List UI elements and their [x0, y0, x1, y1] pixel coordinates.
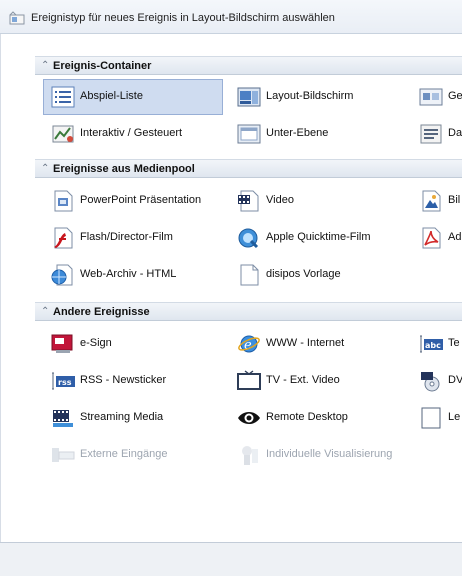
window-title: Ereignistyp für neues Ereignis in Layout…	[31, 12, 335, 24]
data-icon	[420, 124, 442, 144]
rss-icon: rss	[52, 372, 75, 390]
event-item-ad[interactable]: Ad	[411, 220, 462, 256]
event-item-powerpoint[interactable]: PowerPoint Präsentation	[43, 183, 223, 219]
event-item-bil[interactable]: Bil	[411, 183, 462, 219]
visualization-icon	[242, 446, 258, 465]
event-item-disipos-vorlage[interactable]: disipos Vorlage	[229, 257, 409, 293]
event-item-label: Video	[266, 194, 294, 206]
event-item-interaktiv-gesteuert[interactable]: Interaktiv / Gesteuert	[43, 116, 223, 152]
event-item-quicktime[interactable]: Apple Quicktime-Film	[229, 220, 409, 256]
event-item-label: Apple Quicktime-Film	[266, 231, 371, 243]
collapse-chevron-icon: ⌃	[41, 306, 50, 317]
screen-group-icon	[419, 88, 443, 106]
interactive-icon	[52, 125, 74, 143]
collapse-chevron-icon: ⌃	[41, 163, 50, 174]
event-item-te[interactable]: abc Te	[411, 326, 462, 362]
section-label: Andere Ereignisse	[53, 306, 150, 318]
dialog-footer	[0, 542, 462, 576]
text-icon: abc	[420, 335, 443, 353]
section-label: Ereignisse aus Medienpool	[53, 163, 195, 175]
event-item-flash-director[interactable]: Flash/Director-Film	[43, 220, 223, 256]
event-item-layout-bildschirm[interactable]: Layout-Bildschirm	[229, 79, 409, 115]
pdf-icon	[422, 227, 441, 249]
event-item-label: Da	[448, 127, 462, 139]
powerpoint-icon	[54, 190, 73, 212]
event-item-da[interactable]: Da	[411, 116, 462, 152]
event-item-label: Unter-Ebene	[266, 127, 329, 139]
section-label: Ereignis-Container	[53, 60, 152, 72]
sub-layer-icon	[237, 124, 261, 144]
window-app-icon	[9, 11, 25, 25]
event-item-abspiel-liste[interactable]: Abspiel-Liste	[43, 79, 223, 115]
event-item-label: Layout-Bildschirm	[266, 90, 354, 102]
internet-icon: e	[238, 335, 260, 353]
event-item-label: Le	[448, 411, 461, 423]
template-file-icon	[240, 264, 259, 286]
event-item-label: e-Sign	[80, 337, 112, 349]
event-item-label: PowerPoint Präsentation	[80, 194, 202, 206]
svg-text:abc: abc	[425, 341, 441, 350]
event-type-list: ⌃ Ereignis-Container Abspiel-Liste Layou…	[0, 34, 462, 542]
quicktime-icon	[238, 228, 259, 249]
web-archive-icon	[51, 264, 73, 286]
event-item-le[interactable]: Le	[411, 400, 462, 436]
image-file-icon	[422, 190, 441, 212]
event-item-label: Ge	[448, 90, 462, 102]
event-item-remote-desktop[interactable]: Remote Desktop	[229, 400, 409, 436]
event-item-label: disipos Vorlage	[266, 268, 341, 280]
event-item-externe-eingaenge: Externe Eingänge	[43, 437, 223, 473]
event-item-label: Web-Archiv - HTML	[80, 268, 177, 280]
event-item-streaming-media[interactable]: Streaming Media	[43, 400, 223, 436]
event-item-label: DV	[448, 374, 462, 386]
event-item-e-sign[interactable]: e-Sign	[43, 326, 223, 362]
event-item-label: RSS - Newsticker	[80, 374, 167, 386]
event-item-ge[interactable]: Ge	[411, 79, 462, 115]
event-item-web-archiv[interactable]: Web-Archiv - HTML	[43, 257, 223, 293]
streaming-icon	[53, 410, 73, 427]
event-item-video[interactable]: Video	[229, 183, 409, 219]
event-item-label: WWW - Internet	[266, 337, 345, 349]
section-header-ereignis-container[interactable]: ⌃ Ereignis-Container	[35, 56, 462, 75]
esign-icon	[51, 334, 73, 353]
event-item-individuelle-visualisierung: Individuelle Visualisierung	[229, 437, 409, 473]
event-item-label: Ad	[448, 231, 462, 243]
event-item-label: Abspiel-Liste	[80, 90, 143, 102]
event-item-label: Remote Desktop	[266, 411, 348, 423]
event-item-label: Flash/Director-Film	[80, 231, 173, 243]
event-item-tv-ext-video[interactable]: TV - Ext. Video	[229, 363, 409, 399]
blank-icon	[421, 407, 441, 429]
event-item-label: Externe Eingänge	[80, 448, 168, 460]
event-item-label: Te	[448, 337, 460, 349]
playlist-icon	[51, 86, 75, 108]
title-bar: Ereignistyp für neues Ereignis in Layout…	[0, 0, 462, 34]
event-item-label: Streaming Media	[80, 411, 164, 423]
event-item-label: Bil	[448, 194, 461, 206]
layout-screen-icon	[237, 87, 261, 107]
external-input-icon	[52, 448, 75, 462]
event-item-unter-ebene[interactable]: Unter-Ebene	[229, 116, 409, 152]
svg-text:rss: rss	[58, 378, 72, 387]
dvd-icon	[421, 372, 440, 392]
flash-icon	[54, 227, 73, 249]
video-file-icon	[238, 190, 259, 212]
event-item-label: TV - Ext. Video	[266, 374, 340, 386]
eye-icon	[238, 412, 260, 424]
collapse-chevron-icon: ⌃	[41, 60, 50, 71]
event-item-rss-newsticker[interactable]: rss RSS - Newsticker	[43, 363, 223, 399]
event-item-label: Individuelle Visualisierung	[266, 448, 393, 460]
section-header-ereignisse-aus-medienpool[interactable]: ⌃ Ereignisse aus Medienpool	[35, 159, 462, 178]
event-item-dv[interactable]: DV	[411, 363, 462, 399]
event-item-label: Interaktiv / Gesteuert	[80, 127, 183, 139]
tv-icon	[237, 370, 261, 390]
section-header-andere-ereignisse[interactable]: ⌃ Andere Ereignisse	[35, 302, 462, 321]
event-item-www-internet[interactable]: e WWW - Internet	[229, 326, 409, 362]
